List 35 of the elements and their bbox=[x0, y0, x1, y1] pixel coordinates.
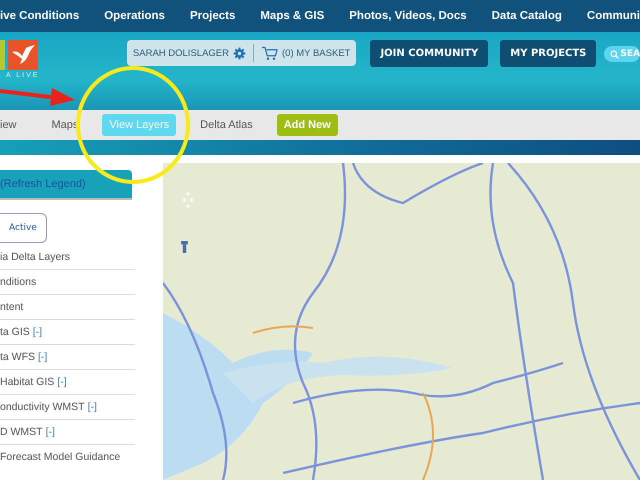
layer-item[interactable]: D WMST bbox=[0, 426, 43, 438]
layer-item[interactable]: nditions bbox=[0, 276, 36, 288]
legend-tab[interactable]: Active bbox=[0, 213, 47, 243]
nav-link[interactable]: Data Catalog bbox=[492, 10, 562, 22]
bird-logo-icon bbox=[8, 40, 38, 70]
nav-link[interactable]: Photos, Videos, Docs bbox=[349, 10, 467, 22]
collapse-toggle[interactable]: [-] bbox=[46, 426, 55, 438]
layer-item[interactable]: Forecast Model Guidance bbox=[0, 451, 120, 463]
sub-nav-link[interactable]: iew bbox=[0, 114, 24, 136]
settings-icon[interactable] bbox=[233, 46, 246, 60]
nav-link[interactable]: ive Conditions bbox=[0, 10, 80, 22]
person-pin-icon[interactable] bbox=[180, 241, 189, 253]
collapse-toggle[interactable]: [-] bbox=[88, 401, 97, 413]
collapse-toggle[interactable]: [-] bbox=[32, 326, 42, 338]
map-drawing[interactable] bbox=[163, 163, 640, 480]
header-button[interactable]: JOIN COMMUNITY bbox=[370, 40, 488, 67]
user-name[interactable]: SARAH DOLISLAGER bbox=[132, 48, 229, 58]
layer-item[interactable]: ta GIS bbox=[0, 326, 30, 338]
nav-link[interactable]: Projects bbox=[190, 10, 236, 22]
basket-link[interactable]: (0) MY BASKET bbox=[282, 48, 350, 58]
layer-item[interactable]: onductivity WMST bbox=[0, 401, 85, 413]
nav-link[interactable]: Communi bbox=[586, 10, 640, 22]
search-icon bbox=[610, 50, 620, 58]
cart-icon[interactable] bbox=[261, 46, 278, 60]
layer-item[interactable]: Habitat GIS bbox=[0, 376, 54, 388]
layer-item[interactable]: ta WFS bbox=[0, 351, 36, 363]
collapse-toggle[interactable]: [-] bbox=[57, 376, 67, 388]
header-button[interactable]: MY PROJECTS bbox=[500, 40, 596, 67]
nav-link[interactable]: Operations bbox=[104, 10, 165, 22]
layer-item[interactable]: ia Delta Layers bbox=[0, 251, 70, 263]
layer-item[interactable]: ntent bbox=[0, 301, 24, 313]
collapse-toggle[interactable]: [-] bbox=[38, 351, 48, 363]
nav-link[interactable]: Maps & GIS bbox=[260, 10, 324, 22]
logo-block-icon bbox=[0, 40, 5, 70]
sub-nav-link[interactable]: Delta Atlas bbox=[193, 114, 260, 136]
